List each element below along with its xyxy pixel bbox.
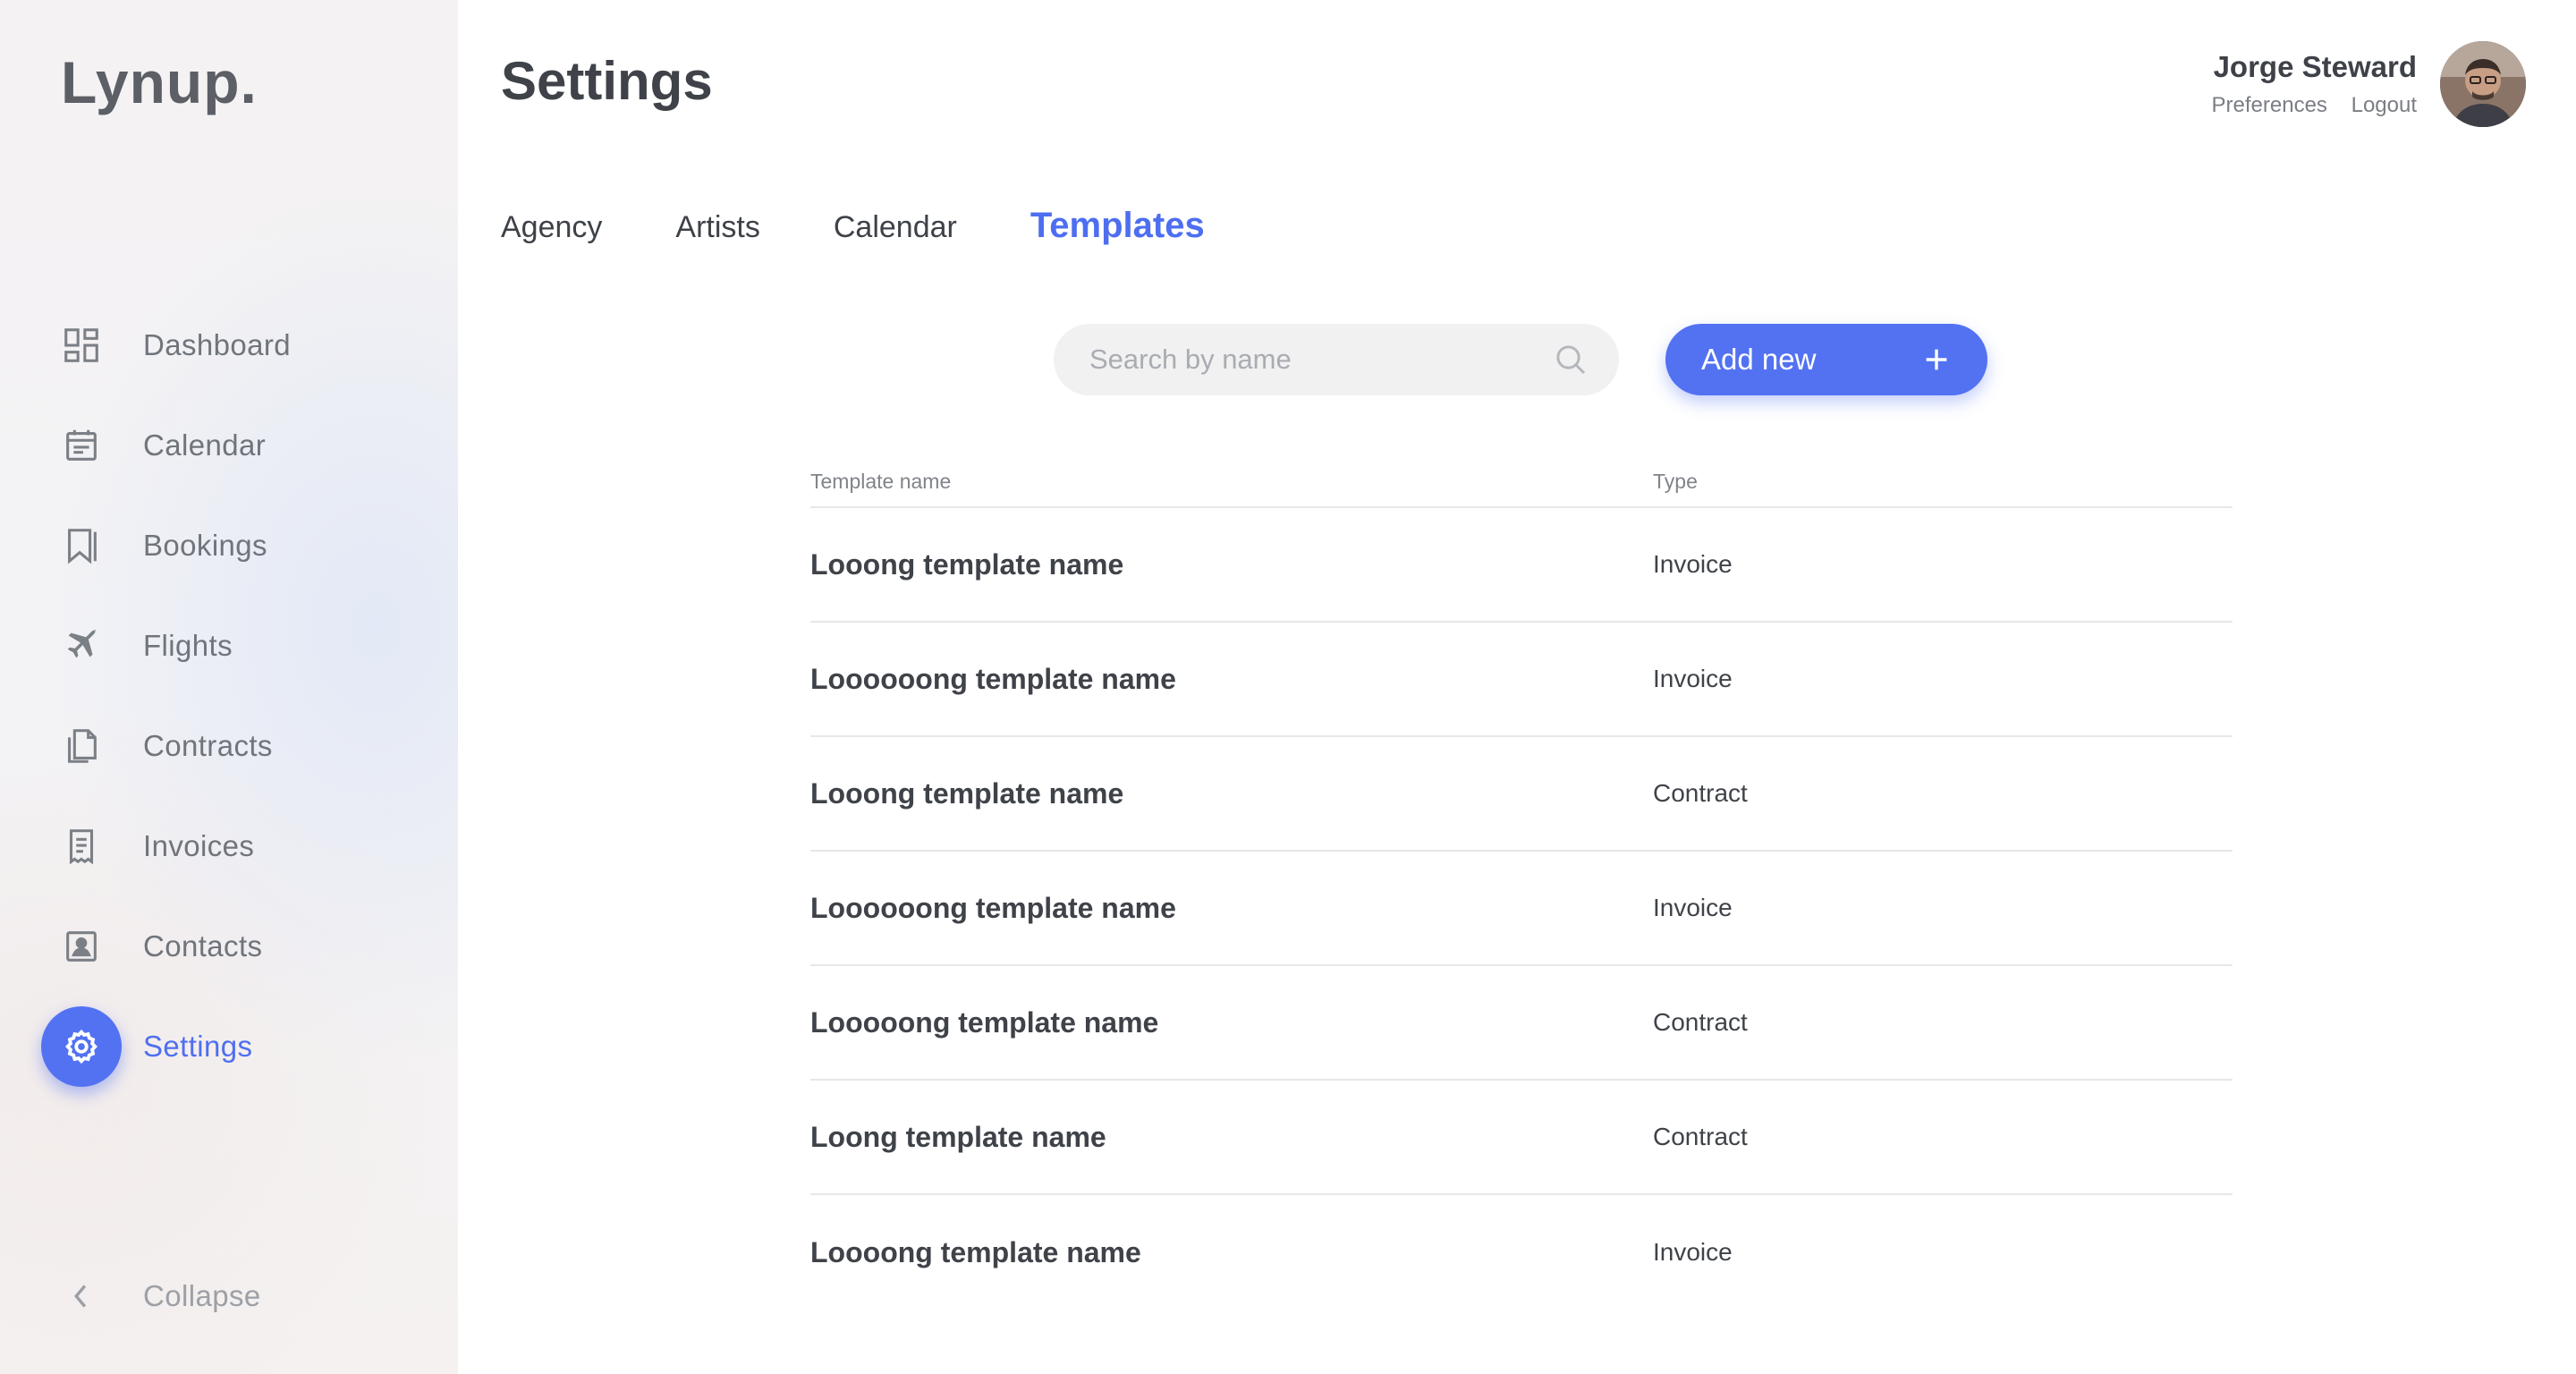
contact-card-icon — [41, 906, 122, 987]
collapse-label: Collapse — [143, 1279, 261, 1312]
template-type-cell: Contract — [1653, 1008, 1748, 1036]
search-input[interactable] — [1089, 344, 1555, 376]
tab-calendar[interactable]: Calendar — [834, 210, 957, 245]
preferences-link[interactable]: Preferences — [2212, 93, 2327, 117]
template-type-cell: Contract — [1653, 779, 1748, 807]
avatar[interactable] — [2440, 41, 2526, 127]
template-name-cell: Loooooong template name — [810, 891, 1176, 924]
logout-link[interactable]: Logout — [2351, 93, 2417, 117]
user-menu: Jorge Steward Preferences Logout — [2194, 41, 2526, 127]
sidebar-item-bookings[interactable]: Bookings — [41, 496, 435, 596]
template-type-cell: Invoice — [1653, 665, 1733, 692]
dashboard-icon — [41, 305, 122, 386]
user-info: Jorge Steward Preferences Logout — [2194, 50, 2417, 118]
page-title: Settings — [501, 51, 713, 111]
sidebar-item-calendar[interactable]: Calendar — [41, 395, 435, 496]
template-name-cell: Loooooong template name — [810, 662, 1176, 695]
template-type-cell: Contract — [1653, 1123, 1748, 1150]
table-row[interactable]: Loooong template name Invoice — [810, 1195, 2233, 1310]
gear-icon — [41, 1006, 122, 1087]
chevron-left-icon — [41, 1256, 122, 1336]
sidebar-item-invoices[interactable]: Invoices — [41, 796, 435, 896]
template-type-cell: Invoice — [1653, 550, 1733, 578]
sidebar-item-label: Invoices — [143, 829, 255, 862]
table-row[interactable]: Looong template name Invoice — [810, 508, 2233, 623]
sidebar-item-label: Settings — [143, 1030, 253, 1063]
documents-icon — [41, 706, 122, 786]
tab-agency[interactable]: Agency — [501, 210, 602, 245]
add-new-button[interactable]: Add new — [1665, 324, 1987, 395]
tab-artists[interactable]: Artists — [675, 210, 759, 245]
table-header: Template name Type — [810, 456, 2233, 508]
template-type-cell: Invoice — [1653, 894, 1733, 921]
sidebar-item-contacts[interactable]: Contacts — [41, 896, 435, 997]
table-row[interactable]: Looooong template name Contract — [810, 966, 2233, 1081]
sidebar-nav: Dashboard Calendar Bookings Flights Cont… — [41, 295, 435, 1097]
template-name-cell: Loong template name — [810, 1120, 1106, 1153]
template-name-cell: Looong template name — [810, 776, 1124, 810]
add-new-label: Add new — [1701, 343, 1817, 376]
sidebar-item-flights[interactable]: Flights — [41, 596, 435, 696]
sidebar-item-dashboard[interactable]: Dashboard — [41, 295, 435, 395]
table-row[interactable]: Loooooong template name Invoice — [810, 623, 2233, 737]
tab-templates[interactable]: Templates — [1030, 206, 1205, 246]
sidebar-item-label: Dashboard — [143, 328, 292, 361]
template-name-cell: Looong template name — [810, 547, 1124, 581]
plus-icon — [1926, 349, 1947, 370]
sidebar-item-label: Bookings — [143, 529, 267, 562]
column-header-type[interactable]: Type — [1653, 470, 1698, 494]
app-root: Lynup. Dashboard Calendar Bookings Fligh… — [0, 0, 2576, 1374]
receipt-icon — [41, 806, 122, 886]
sidebar-item-label: Contacts — [143, 929, 263, 963]
sidebar-item-label: Calendar — [143, 428, 267, 462]
user-links: Preferences Logout — [2194, 93, 2417, 118]
sidebar: Lynup. Dashboard Calendar Bookings Fligh… — [0, 0, 458, 1374]
sidebar-item-label: Contracts — [143, 729, 273, 762]
bookmark-icon — [41, 505, 122, 586]
plane-icon — [41, 606, 122, 686]
settings-tabs: Agency Artists Calendar Templates — [501, 206, 1278, 246]
search-bar — [1054, 324, 1619, 395]
user-name: Jorge Steward — [2213, 50, 2417, 83]
collapse-button[interactable]: Collapse — [41, 1256, 261, 1336]
calendar-icon — [41, 405, 122, 486]
sidebar-item-label: Flights — [143, 629, 233, 662]
column-header-template-name[interactable]: Template name — [810, 470, 1653, 494]
template-name-cell: Looooong template name — [810, 1005, 1159, 1039]
app-logo[interactable]: Lynup. — [61, 48, 258, 116]
sidebar-item-settings[interactable]: Settings — [41, 997, 435, 1097]
table-row[interactable]: Loooooong template name Invoice — [810, 852, 2233, 966]
template-type-cell: Invoice — [1653, 1238, 1733, 1266]
table-row[interactable]: Looong template name Contract — [810, 737, 2233, 852]
template-name-cell: Loooong template name — [810, 1235, 1141, 1268]
table-row[interactable]: Loong template name Contract — [810, 1081, 2233, 1195]
sidebar-item-contracts[interactable]: Contracts — [41, 696, 435, 796]
search-icon[interactable] — [1553, 342, 1589, 377]
templates-table: Template name Type Looong template name … — [810, 456, 2233, 1310]
